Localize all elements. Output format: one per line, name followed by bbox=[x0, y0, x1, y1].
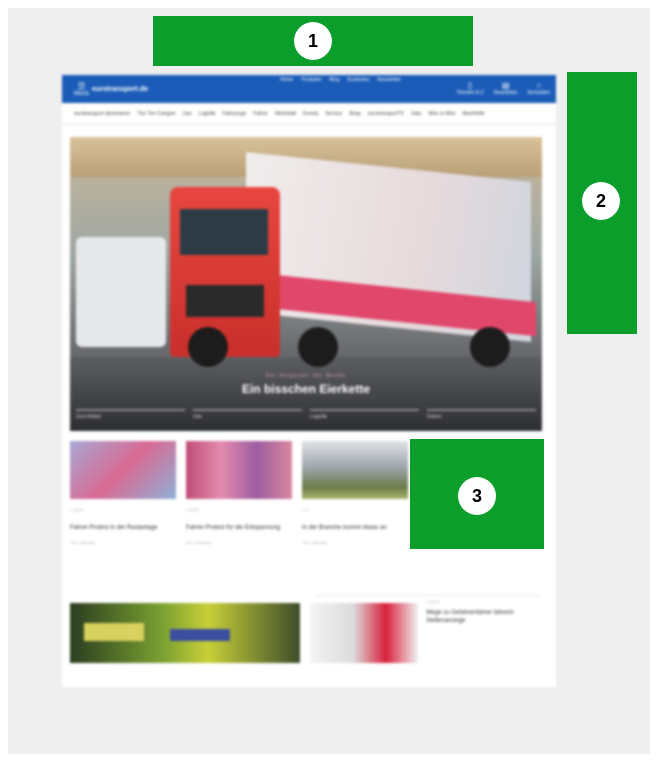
white-truck bbox=[76, 237, 166, 347]
hero-tabs: Zum Artikel Lkw Logistik Fahrer bbox=[76, 409, 536, 425]
nav-item[interactable]: Fahrzeuge bbox=[222, 111, 246, 117]
nav-item[interactable]: Abo/Hefte bbox=[462, 111, 484, 117]
nav-item[interactable]: Who is Who bbox=[428, 111, 455, 117]
nav-item[interactable]: Jobs bbox=[411, 111, 422, 117]
article-meta: Vor 3 Stunden bbox=[186, 540, 212, 545]
header-actions: ▯ Themen A-Z ▤ Newsletter ○ Anmelden bbox=[456, 81, 550, 96]
article-title[interactable]: Fahrer-Protest in der Rastanlage bbox=[70, 524, 176, 532]
newsletter-icon: ▤ bbox=[501, 81, 510, 90]
annotation-box-2: 2 bbox=[567, 72, 637, 334]
teaser-kicker: Logistik bbox=[426, 599, 440, 604]
hero-teaser[interactable]: Der Hingucker der Woche Ein bisschen Eie… bbox=[70, 137, 542, 431]
menu-label: Menü bbox=[74, 91, 90, 97]
article-title[interactable]: In der Branche kommt etwas an bbox=[302, 524, 408, 532]
article-title[interactable]: Fahrer-Protest für die Entspannung bbox=[186, 524, 292, 532]
nav-item[interactable]: Fahrer bbox=[253, 111, 268, 117]
hero-caption: Der Hingucker der Woche Ein bisschen Eie… bbox=[70, 373, 542, 396]
main-navigation: eurotransport abonnieren The Tire Cologn… bbox=[62, 103, 556, 125]
teaser-title[interactable]: Wege zu Gefahrenfahrer fahrerin Stellena… bbox=[426, 609, 536, 625]
hero-kicker: Der Hingucker der Woche bbox=[265, 373, 347, 379]
nav-item[interactable]: eurotransportTV bbox=[368, 111, 404, 117]
user-icon: ○ bbox=[536, 81, 542, 90]
hero-tab[interactable]: Logistik bbox=[310, 409, 419, 425]
teaser-banner bbox=[84, 623, 144, 641]
newsletter-label: Newsletter bbox=[493, 90, 518, 96]
teaser-image-right[interactable] bbox=[310, 603, 418, 663]
annotation-box-3: 3 bbox=[410, 439, 544, 549]
nav-item[interactable]: The Tire Cologne bbox=[137, 111, 175, 117]
nav-item[interactable]: Werkstatt bbox=[275, 111, 296, 117]
nav-item[interactable]: Service bbox=[325, 111, 342, 117]
top-link[interactable]: Produkte bbox=[301, 77, 321, 83]
article-kicker: Lkw bbox=[302, 507, 310, 512]
menu-button[interactable]: ☰ Menü bbox=[74, 81, 90, 98]
annotation-marker-3: 3 bbox=[458, 477, 496, 515]
top-link[interactable]: Blog bbox=[329, 77, 339, 83]
teaser-banner bbox=[170, 629, 230, 641]
hero-tab[interactable]: Fahrer bbox=[427, 409, 536, 425]
login-label: Anmelden bbox=[527, 90, 550, 96]
article-kicker: Logistik bbox=[186, 507, 200, 512]
newsletter-button[interactable]: ▤ Newsletter bbox=[494, 81, 518, 96]
login-button[interactable]: ○ Anmelden bbox=[527, 81, 550, 96]
website-screenshot: ☰ Menü eurotransport.de Home Produkte Bl… bbox=[62, 75, 556, 687]
bottom-teasers: Logistik Wege zu Gefahrenfahrer fahrerin… bbox=[70, 595, 540, 665]
article-card[interactable]: Lkw In der Branche kommt etwas an Vor 4 … bbox=[302, 441, 408, 545]
hero-tab[interactable]: Zum Artikel bbox=[76, 409, 185, 425]
nav-item[interactable]: Events bbox=[303, 111, 318, 117]
truck-wheel bbox=[470, 327, 510, 367]
hamburger-icon: ☰ bbox=[77, 81, 86, 91]
truck-grille bbox=[186, 285, 264, 317]
nav-item[interactable]: Logistik bbox=[198, 111, 215, 117]
top-link[interactable]: Kostenlos bbox=[347, 77, 369, 83]
nav-item[interactable]: eurotransport abonnieren bbox=[74, 111, 130, 117]
cart-icon: ▯ bbox=[467, 81, 473, 90]
top-link[interactable]: Newsletter bbox=[377, 77, 401, 83]
annotation-marker-1: 1 bbox=[294, 22, 332, 60]
site-logo[interactable]: eurotransport.de bbox=[92, 86, 148, 93]
teaser-image-left[interactable] bbox=[70, 603, 300, 663]
article-meta: Vor 4 Stunden bbox=[302, 540, 328, 545]
divider bbox=[315, 595, 540, 596]
hero-title[interactable]: Ein bisschen Eierkette bbox=[70, 382, 542, 396]
top-links: Home Produkte Blog Kostenlos Newsletter bbox=[280, 77, 401, 83]
themes-button[interactable]: ▯ Themen A-Z bbox=[456, 81, 484, 96]
truck-windshield bbox=[180, 209, 268, 255]
article-image bbox=[186, 441, 292, 499]
article-cards: Logistik Fahrer-Protest in der Rastanlag… bbox=[70, 441, 410, 561]
themes-label: Themen A-Z bbox=[456, 90, 484, 96]
annotation-box-1: 1 bbox=[153, 16, 473, 66]
truck-wheel bbox=[298, 327, 338, 367]
article-meta: Vor 2 Stunden bbox=[70, 540, 96, 545]
top-link[interactable]: Home bbox=[280, 77, 293, 83]
nav-item[interactable]: Lkw bbox=[183, 111, 192, 117]
article-card[interactable]: Logistik Fahrer-Protest in der Rastanlag… bbox=[70, 441, 176, 545]
truck-wheel bbox=[188, 327, 228, 367]
article-image bbox=[302, 441, 408, 499]
hero-tab[interactable]: Lkw bbox=[193, 409, 302, 425]
annotation-marker-2: 2 bbox=[582, 182, 620, 220]
nav-item[interactable]: Shop bbox=[349, 111, 361, 117]
site-header: ☰ Menü eurotransport.de Home Produkte Bl… bbox=[62, 75, 556, 103]
article-image bbox=[70, 441, 176, 499]
article-card[interactable]: Logistik Fahrer-Protest für die Entspann… bbox=[186, 441, 292, 545]
article-kicker: Logistik bbox=[70, 507, 84, 512]
